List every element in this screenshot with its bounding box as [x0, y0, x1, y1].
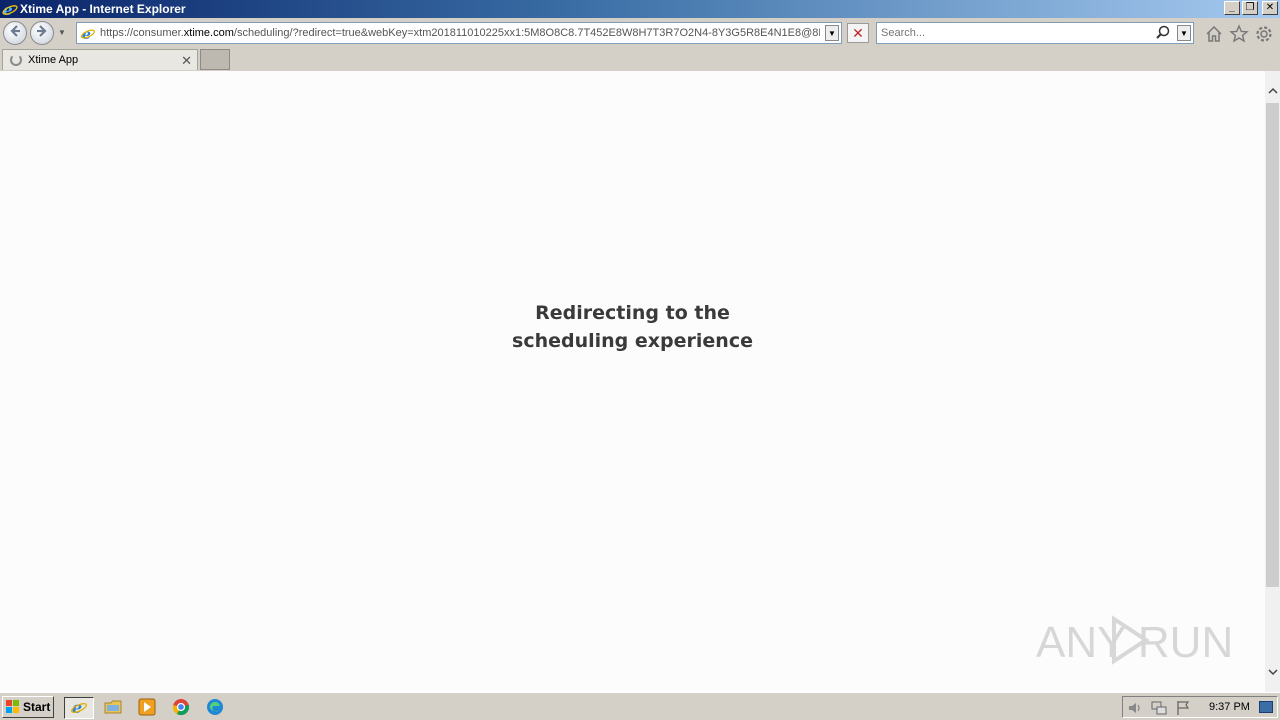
- folder-icon: [104, 698, 122, 719]
- start-label: Start: [23, 700, 51, 714]
- search-input[interactable]: [881, 27, 1151, 39]
- minimize-button[interactable]: _: [1224, 1, 1240, 15]
- redirect-message: Redirecting to the scheduling experience: [0, 299, 1265, 355]
- taskbar-explorer-button[interactable]: [102, 697, 124, 719]
- vertical-scrollbar[interactable]: [1265, 71, 1280, 692]
- scroll-down-icon[interactable]: [1265, 664, 1280, 680]
- system-tray: 9:37 PM: [1122, 696, 1278, 718]
- window-title: Xtime App - Internet Explorer: [20, 2, 186, 16]
- tab-xtime-app[interactable]: Xtime App ✕: [2, 49, 198, 70]
- favorites-star-icon[interactable]: [1229, 24, 1249, 44]
- taskbar-chrome-button[interactable]: [170, 697, 192, 719]
- taskbar-edge-button[interactable]: [204, 697, 226, 719]
- watermark-text: ANY RUN: [1036, 618, 1233, 667]
- address-dropdown-icon[interactable]: ▼: [825, 25, 839, 41]
- stop-button[interactable]: ✕: [847, 23, 869, 43]
- back-button[interactable]: [3, 21, 27, 45]
- speaker-icon[interactable]: [1127, 700, 1143, 716]
- scroll-thumb[interactable]: [1266, 103, 1279, 587]
- maximize-button[interactable]: ❐: [1242, 1, 1258, 15]
- loading-spinner-icon: [10, 54, 22, 66]
- stop-x-icon: ✕: [852, 24, 864, 41]
- clock[interactable]: 9:37 PM: [1209, 701, 1250, 713]
- taskbar: Start e 9:37 PM: [0, 692, 1280, 720]
- search-icon[interactable]: [1155, 25, 1171, 41]
- tab-title: Xtime App: [28, 54, 79, 66]
- redirect-message-line1: Redirecting to the: [535, 302, 730, 324]
- url-text[interactable]: https://consumer.xtime.com/scheduling/?r…: [100, 27, 820, 39]
- back-arrow-icon: [8, 24, 22, 42]
- search-bar[interactable]: ▼: [876, 22, 1194, 44]
- show-desktop-icon[interactable]: [1259, 701, 1273, 713]
- history-dropdown-icon[interactable]: ▼: [58, 28, 66, 37]
- action-center-flag-icon[interactable]: [1175, 700, 1191, 716]
- internet-explorer-icon: e: [70, 698, 88, 719]
- redirect-message-line2: scheduling experience: [512, 330, 753, 352]
- tab-close-icon[interactable]: ✕: [181, 53, 192, 69]
- page-content: Redirecting to the scheduling experience…: [0, 71, 1265, 692]
- anyrun-watermark: ANY RUN: [1036, 609, 1236, 671]
- chrome-icon: [172, 698, 190, 719]
- home-icon[interactable]: [1204, 24, 1224, 44]
- window-title-bar[interactable]: e Xtime App - Internet Explorer _ ❐ ✕: [0, 0, 1280, 19]
- tab-bar: Xtime App ✕: [0, 48, 1280, 71]
- forward-button[interactable]: [30, 21, 54, 45]
- ie-logo-icon: e: [2, 1, 18, 19]
- scroll-up-icon[interactable]: [1265, 83, 1280, 99]
- search-dropdown-icon[interactable]: ▼: [1177, 25, 1191, 41]
- media-player-icon: [138, 698, 156, 719]
- forward-arrow-icon: [35, 24, 49, 42]
- taskbar-ie-button[interactable]: e: [64, 697, 94, 719]
- windows-logo-icon: [5, 699, 21, 715]
- network-icon[interactable]: [1151, 700, 1167, 716]
- navigation-bar: ▼ e https://consumer.xtime.com/schedulin…: [0, 18, 1280, 48]
- page-ie-icon: e: [80, 25, 96, 43]
- taskbar-media-player-button[interactable]: [136, 697, 158, 719]
- close-button[interactable]: ✕: [1262, 1, 1278, 15]
- address-bar[interactable]: e https://consumer.xtime.com/scheduling/…: [76, 22, 842, 44]
- edge-icon: [206, 698, 224, 719]
- gear-icon[interactable]: [1254, 24, 1274, 44]
- new-tab-button[interactable]: [200, 49, 230, 70]
- start-button[interactable]: Start: [2, 696, 54, 718]
